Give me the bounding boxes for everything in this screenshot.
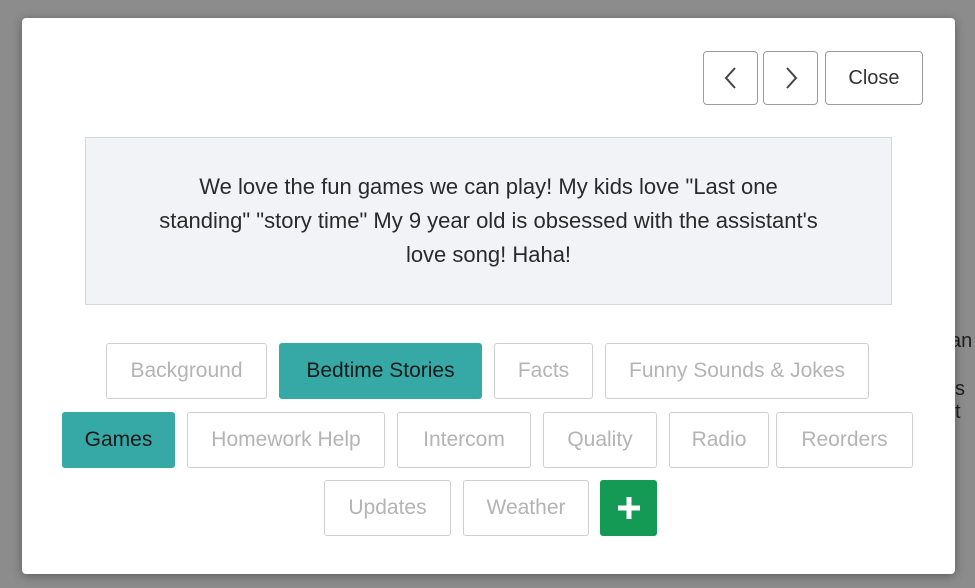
tag-homework-help[interactable]: Homework Help bbox=[187, 412, 385, 468]
tag-radio[interactable]: Radio bbox=[669, 412, 769, 468]
tag-updates[interactable]: Updates bbox=[324, 480, 451, 536]
close-button[interactable]: Close bbox=[825, 51, 923, 105]
next-button[interactable] bbox=[763, 51, 818, 105]
comment-text: We love the fun games we can play! My ki… bbox=[159, 174, 818, 267]
tag-bedtime-stories[interactable]: Bedtime Stories bbox=[279, 343, 482, 399]
backdrop-text-fragment: s t bbox=[955, 378, 965, 423]
tag-quality[interactable]: Quality bbox=[543, 412, 657, 468]
chevron-left-icon bbox=[724, 67, 736, 89]
plus-icon bbox=[617, 497, 640, 519]
tag-reorders[interactable]: Reorders bbox=[776, 412, 913, 468]
tag-background[interactable]: Background bbox=[106, 343, 267, 399]
add-tag-button[interactable] bbox=[600, 480, 657, 536]
tag-funny-sounds-jokes[interactable]: Funny Sounds & Jokes bbox=[605, 343, 869, 399]
comment-text-box: We love the fun games we can play! My ki… bbox=[85, 137, 892, 305]
tag-games[interactable]: Games bbox=[62, 412, 175, 468]
chevron-right-icon bbox=[785, 67, 797, 89]
tag-weather[interactable]: Weather bbox=[463, 480, 589, 536]
previous-button[interactable] bbox=[703, 51, 758, 105]
comment-tagging-modal: Close We love the fun games we can play!… bbox=[22, 18, 955, 574]
tag-intercom[interactable]: Intercom bbox=[397, 412, 531, 468]
tag-facts[interactable]: Facts bbox=[494, 343, 593, 399]
